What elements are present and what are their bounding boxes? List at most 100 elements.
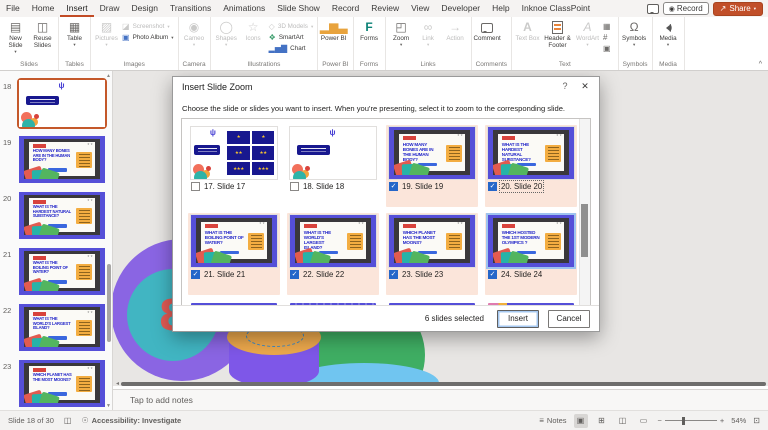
- slide-tile-thumb[interactable]: WHAT IS THE WORLD'S LARGEST ISLAND?* *: [290, 215, 376, 267]
- normal-view-button[interactable]: ▣: [574, 414, 588, 428]
- insert-button[interactable]: Insert: [497, 310, 539, 328]
- menu-developer[interactable]: Developer: [435, 0, 486, 17]
- group-label: Camera: [181, 61, 208, 70]
- collapse-ribbon-icon[interactable]: ^: [759, 61, 762, 68]
- group-label: Images: [93, 61, 176, 70]
- panel-slide-19[interactable]: 19HOW MANY BONES ARE IN THE HUMAN BODY?*…: [0, 136, 112, 183]
- slide-tile-18[interactable]: ψ 18. Slide 18: [287, 125, 379, 207]
- menu-review[interactable]: Review: [365, 0, 405, 17]
- slide-number-button[interactable]: #: [603, 33, 614, 42]
- menu-inknoe-classpoint[interactable]: Inknoe ClassPoint: [516, 0, 597, 17]
- button-label: Screenshot: [133, 23, 165, 30]
- button-label: 3D Models: [278, 23, 308, 30]
- slide-tile-thumb[interactable]: WHAT IS THE BOILING POINT OF WATER?* *: [191, 215, 277, 267]
- slide-thumbnail: ψ: [290, 127, 376, 179]
- panel-slide-20[interactable]: 20WHAT IS THE HARDEST NATURAL SUBSTANCE?…: [0, 192, 112, 239]
- zoom-button[interactable]: ◰Zoom▾: [388, 18, 415, 47]
- chevron-down-icon: ▾: [754, 6, 756, 12]
- notes-placeholder[interactable]: Tap to add notes: [113, 390, 768, 405]
- share-button[interactable]: ↗Share▾: [713, 2, 763, 16]
- media-button[interactable]: Media▾: [655, 18, 682, 47]
- menu-slide-show[interactable]: Slide Show: [271, 0, 326, 17]
- slide-checkbox[interactable]: ✓: [488, 270, 497, 279]
- chart-button[interactable]: ▂▅▇Chart: [269, 44, 314, 53]
- fit-to-window-icon[interactable]: ⊡: [753, 416, 760, 425]
- menu-home[interactable]: Home: [26, 0, 61, 17]
- slide-label: 18. Slide 18: [303, 182, 344, 191]
- slide-tile-22[interactable]: WHAT IS THE WORLD'S LARGEST ISLAND?* *✓2…: [287, 213, 379, 295]
- close-icon[interactable]: ✕: [578, 81, 592, 92]
- table-button[interactable]: ▦Table▾: [61, 18, 88, 47]
- slide-tile-thumb[interactable]: ψ: [290, 127, 376, 179]
- chevron-down-icon: ▾: [171, 35, 173, 41]
- scroll-up-icon[interactable]: ▲: [106, 73, 111, 79]
- zoom-slider-thumb[interactable]: [682, 417, 685, 425]
- photo-album-button[interactable]: ▣Photo Album▾: [122, 33, 174, 42]
- zoom-level[interactable]: 54%: [731, 416, 746, 425]
- menu-design[interactable]: Design: [126, 0, 164, 17]
- slide-checkbox[interactable]: ✓: [488, 182, 497, 191]
- group-label: Symbols: [621, 61, 650, 70]
- slide-tile-24[interactable]: WHICH HOSTED THE 1ST MODERN OLYMPICS ?* …: [485, 213, 577, 295]
- panel-slide-23[interactable]: 23WHICH PLANET HAS THE MOST MOONS?* *: [0, 360, 112, 407]
- menu-view[interactable]: View: [405, 0, 435, 17]
- menu-help[interactable]: Help: [486, 0, 515, 17]
- menu-file[interactable]: File: [0, 0, 26, 17]
- slide-tile-19[interactable]: HOW MANY BONES ARE IN THE HUMAN BODY?* *…: [386, 125, 478, 207]
- header-footer-button[interactable]: Header & Footer: [541, 18, 574, 49]
- smartart-button[interactable]: ❖SmartArt: [269, 33, 314, 42]
- new-slide-button[interactable]: ▤New Slide▾: [2, 18, 29, 55]
- slide-checkbox[interactable]: ✓: [389, 270, 398, 279]
- slide-sorter-button[interactable]: ⊞: [595, 414, 609, 428]
- slide-checkbox[interactable]: ✓: [191, 270, 200, 279]
- cancel-button[interactable]: Cancel: [548, 310, 590, 328]
- menu-animations[interactable]: Animations: [217, 0, 271, 17]
- slide-tile-21[interactable]: WHAT IS THE BOILING POINT OF WATER?* *✓2…: [188, 213, 280, 295]
- slide-checkbox[interactable]: [191, 182, 200, 191]
- object-button[interactable]: ▣: [603, 44, 614, 53]
- comments-icon[interactable]: [647, 4, 659, 14]
- ribbon: ▤New Slide▾◫Reuse SlidesSlides▦Table▾Tab…: [0, 17, 768, 71]
- menu-insert[interactable]: Insert: [60, 0, 93, 17]
- power-bi-button[interactable]: ▂▆▃Power BI: [320, 18, 347, 42]
- scroll-down-icon[interactable]: ▼: [106, 403, 111, 409]
- slide-thumbnail: WHAT IS THE HARDEST NATURAL SUBSTANCE?* …: [19, 192, 105, 239]
- horizontal-scrollbar[interactable]: ◂: [116, 381, 766, 387]
- reading-view-button[interactable]: ◫: [616, 414, 630, 428]
- panel-slide-21[interactable]: 21WHAT IS THE BOILING POINT OF WATER?* *: [0, 248, 112, 295]
- panel-scrollbar[interactable]: [107, 81, 112, 401]
- notes-toggle[interactable]: ≡Notes: [539, 416, 566, 425]
- slideshow-button[interactable]: ▭: [637, 414, 651, 428]
- slide-checkbox[interactable]: ✓: [290, 270, 299, 279]
- record-icon: ◉: [669, 5, 675, 13]
- slide-checkbox[interactable]: ✓: [389, 182, 398, 191]
- dialog-scrollbar[interactable]: [579, 119, 590, 307]
- slide-tile-thumb[interactable]: WHAT IS THE HARDEST NATURAL SUBSTANCE?* …: [488, 127, 574, 179]
- slide-tile-thumb[interactable]: WHICH HOSTED THE 1ST MODERN OLYMPICS ?* …: [488, 215, 574, 267]
- panel-slide-18[interactable]: 18ψ: [0, 80, 112, 127]
- slide-tile-20[interactable]: WHAT IS THE HARDEST NATURAL SUBSTANCE?* …: [485, 125, 577, 207]
- zoom-slider[interactable]: −+: [658, 416, 725, 425]
- slide-tile-thumb[interactable]: WHICH PLANET HAS THE MOST MOONS?* *: [389, 215, 475, 267]
- zoom-in-icon[interactable]: +: [720, 416, 724, 425]
- help-icon[interactable]: ?: [559, 81, 571, 91]
- menu-draw[interactable]: Draw: [94, 0, 126, 17]
- slide-tile-thumb[interactable]: HOW MANY BONES ARE IN THE HUMAN BODY?* *: [389, 127, 475, 179]
- record-button[interactable]: ◉Record: [663, 2, 709, 15]
- spellcheck-book-icon[interactable]: ◫: [64, 416, 72, 425]
- slide-tile-thumb[interactable]: ψ★★★★★★★★★★★★: [191, 127, 277, 179]
- notes-pane[interactable]: Tap to add notes: [113, 389, 768, 412]
- comment-button[interactable]: Comment: [474, 18, 501, 42]
- reuse-slides-button[interactable]: ◫Reuse Slides: [29, 18, 56, 49]
- date-time-button[interactable]: ▦: [603, 22, 614, 31]
- panel-slide-22[interactable]: 22WHAT IS THE WORLD'S LARGEST ISLAND?* *: [0, 304, 112, 351]
- forms-button[interactable]: FForms: [356, 18, 383, 42]
- slide-checkbox[interactable]: [290, 182, 299, 191]
- menu-record[interactable]: Record: [326, 0, 365, 17]
- slide-tile-17[interactable]: ψ★★★★★★★★★★★★17. Slide 17: [188, 125, 280, 207]
- zoom-out-icon[interactable]: −: [658, 416, 662, 425]
- menu-transitions[interactable]: Transitions: [164, 0, 217, 17]
- accessibility-status[interactable]: Accessibility: Investigate: [92, 416, 182, 425]
- symbols-button[interactable]: ΩSymbols▾: [621, 18, 648, 47]
- slide-tile-23[interactable]: WHICH PLANET HAS THE MOST MOONS?* *✓23. …: [386, 213, 478, 295]
